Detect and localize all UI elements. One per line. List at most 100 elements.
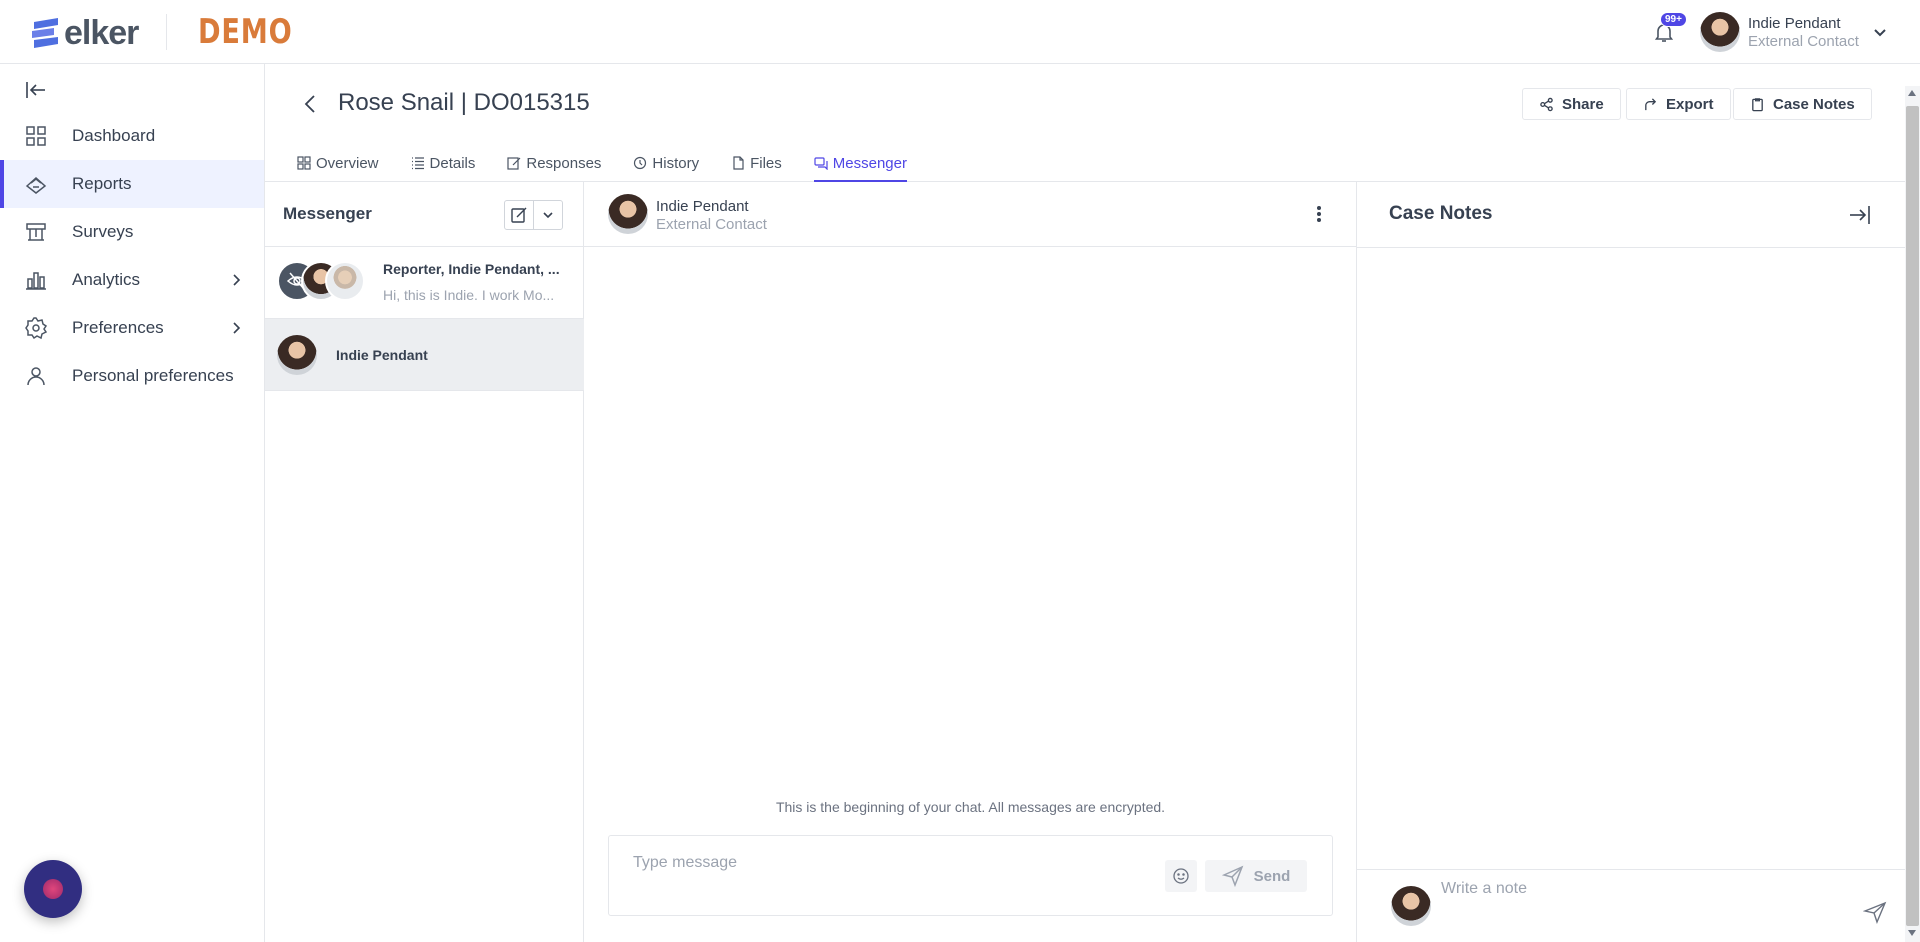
- compose-options-button[interactable]: [534, 201, 562, 229]
- user-avatar[interactable]: [1700, 12, 1740, 52]
- sidebar-item-analytics[interactable]: Analytics: [0, 256, 264, 304]
- sidebar-item-label: Analytics: [72, 270, 141, 289]
- chevron-right-icon: [228, 320, 244, 336]
- participant-avatar: [325, 261, 365, 301]
- emoji-button[interactable]: [1165, 860, 1197, 892]
- conversation-name: Indie Pendant: [336, 347, 428, 363]
- conversation-preview: Hi, this is Indie. I work Mo...: [383, 287, 555, 303]
- top-bar: elker DEMO 99+ Indie Pendant External Co…: [0, 0, 1920, 64]
- help-chat-button[interactable]: [24, 860, 82, 918]
- note-input[interactable]: [1441, 880, 1841, 898]
- notification-badge: 99+: [1660, 12, 1687, 27]
- contact-name: Indie Pendant: [656, 198, 749, 215]
- environment-label: DEMO: [198, 12, 293, 52]
- tab-files[interactable]: Files: [731, 144, 782, 182]
- bar-chart-icon: [24, 268, 48, 292]
- conversation-name: Reporter, Indie Pendant, ...: [383, 261, 560, 277]
- messenger-title: Messenger: [283, 204, 372, 223]
- compose-icon: [511, 207, 527, 223]
- edit-icon: [507, 157, 521, 170]
- sidebar: Dashboard Reports Surveys Analytics Pref…: [0, 64, 265, 942]
- logo-mark-icon: [30, 17, 60, 50]
- message-input[interactable]: [633, 854, 1133, 872]
- send-icon: [1221, 865, 1244, 887]
- clipboard-icon: [1752, 97, 1763, 111]
- tab-label: Messenger: [832, 154, 907, 172]
- file-icon: [733, 156, 744, 170]
- sidebar-item-label: Personal preferences: [72, 366, 234, 385]
- compose-button[interactable]: [505, 201, 535, 229]
- sidebar-item-label: Preferences: [72, 318, 164, 337]
- conversation-item-group[interactable]: Reporter, Indie Pendant, ... Hi, this is…: [265, 247, 584, 319]
- emoji-icon: [1173, 868, 1189, 884]
- export-icon: [1645, 97, 1657, 110]
- case-notes-button[interactable]: Case Notes: [1733, 88, 1872, 120]
- sidebar-item-dashboard[interactable]: Dashboard: [0, 112, 264, 160]
- user-icon: [24, 364, 48, 388]
- share-icon: [1540, 97, 1553, 111]
- export-button[interactable]: Export: [1626, 88, 1731, 120]
- sidebar-item-preferences[interactable]: Preferences: [0, 304, 264, 352]
- tab-label: History: [652, 154, 700, 172]
- sidebar-item-reports[interactable]: Reports: [0, 160, 264, 208]
- case-tabs: Overview Details Responses History Files…: [297, 144, 939, 182]
- tab-label: Overview: [316, 154, 379, 172]
- user-role: External Contact: [1748, 33, 1859, 50]
- new-message-control: [504, 200, 563, 230]
- case-notes-title: Case Notes: [1389, 203, 1493, 224]
- history-icon: [634, 156, 647, 170]
- chevron-down-icon: [543, 212, 553, 219]
- scroll-up-arrow-icon[interactable]: [1908, 90, 1916, 96]
- chat-header: Indie Pendant External Contact: [584, 182, 1357, 247]
- tab-details[interactable]: Details: [411, 144, 476, 182]
- close-panel-icon[interactable]: [1847, 202, 1873, 228]
- tab-label: Responses: [526, 154, 602, 172]
- tab-responses[interactable]: Responses: [507, 144, 601, 182]
- note-composer: [1357, 869, 1905, 942]
- message-composer: Send: [608, 835, 1333, 916]
- list-icon: [411, 157, 424, 170]
- logo-text: elker: [64, 14, 139, 52]
- sidebar-item-personal-preferences[interactable]: Personal preferences: [0, 352, 264, 400]
- share-button[interactable]: Share: [1522, 88, 1621, 120]
- sidebar-item-label: Surveys: [72, 222, 134, 241]
- tab-messenger[interactable]: Messenger: [813, 144, 908, 182]
- send-button[interactable]: Send: [1205, 860, 1307, 892]
- scrollbar-thumb[interactable]: [1906, 106, 1919, 926]
- chevron-right-icon: [228, 272, 244, 288]
- send-note-icon[interactable]: [1862, 900, 1887, 924]
- user-menu-chevron-down-icon[interactable]: [1872, 24, 1888, 40]
- share-label: Share: [1562, 95, 1604, 113]
- sidebar-item-label: Reports: [72, 174, 132, 193]
- send-label: Send: [1253, 867, 1291, 885]
- gear-icon: [24, 316, 48, 340]
- scroll-down-arrow-icon[interactable]: [1908, 930, 1916, 936]
- sidebar-item-surveys[interactable]: Surveys: [0, 208, 264, 256]
- case-header: Rose Snail | DO015315 Share Export Case …: [265, 64, 1905, 182]
- tab-history[interactable]: History: [633, 144, 699, 182]
- tab-label: Details: [429, 154, 476, 172]
- grid-icon: [297, 156, 311, 170]
- page-title: Rose Snail | DO015315: [338, 89, 590, 116]
- export-label: Export: [1666, 95, 1714, 113]
- back-arrow-icon[interactable]: [299, 92, 323, 116]
- divider: [1357, 247, 1905, 248]
- sidebar-item-label: Dashboard: [72, 126, 156, 145]
- contact-role: External Contact: [656, 216, 767, 233]
- grid-icon: [24, 124, 48, 148]
- tab-overview[interactable]: Overview: [297, 144, 379, 182]
- user-name[interactable]: Indie Pendant: [1748, 15, 1841, 32]
- case-notes-label: Case Notes: [1773, 95, 1855, 113]
- participant-avatar: [277, 335, 317, 375]
- chat-panel: Indie Pendant External Contact This is t…: [584, 182, 1357, 942]
- conversation-item-indie[interactable]: Indie Pendant: [265, 319, 584, 391]
- surveys-icon: [24, 220, 48, 244]
- chat-icon: [814, 157, 828, 170]
- chat-start-notice: This is the beginning of your chat. All …: [775, 799, 1166, 815]
- collapse-sidebar-icon[interactable]: [24, 78, 48, 102]
- more-options-icon[interactable]: [1309, 204, 1329, 224]
- reports-icon: [24, 172, 48, 196]
- tab-label: Files: [750, 154, 782, 172]
- app-logo[interactable]: elker: [30, 14, 139, 53]
- conversation-list-panel: Messenger Reporter, Indie Pendant, ... H…: [265, 182, 584, 942]
